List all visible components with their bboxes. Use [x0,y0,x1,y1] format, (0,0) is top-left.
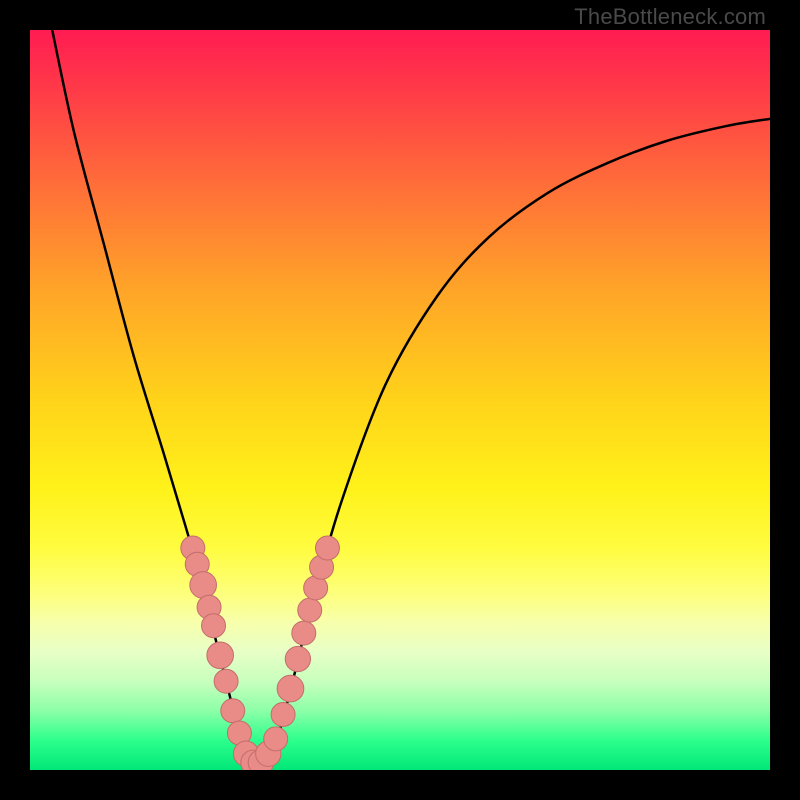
curve-marker [214,669,238,693]
curve-markers [181,536,340,770]
curve-marker [285,646,310,671]
curve-marker [277,675,304,702]
curve-layer [30,30,770,770]
curve-marker [202,614,226,638]
curve-marker [190,572,217,599]
watermark-text: TheBottleneck.com [574,4,766,30]
chart-frame: TheBottleneck.com [0,0,800,800]
curve-marker [315,536,339,560]
curve-marker [221,699,245,723]
curve-marker [264,727,288,751]
curve-marker [271,703,295,727]
curve-marker [298,598,322,622]
curve-marker [292,621,316,645]
plot-area [30,30,770,770]
curve-marker [304,576,328,600]
curve-marker [207,642,234,669]
bottleneck-curve [52,30,770,765]
